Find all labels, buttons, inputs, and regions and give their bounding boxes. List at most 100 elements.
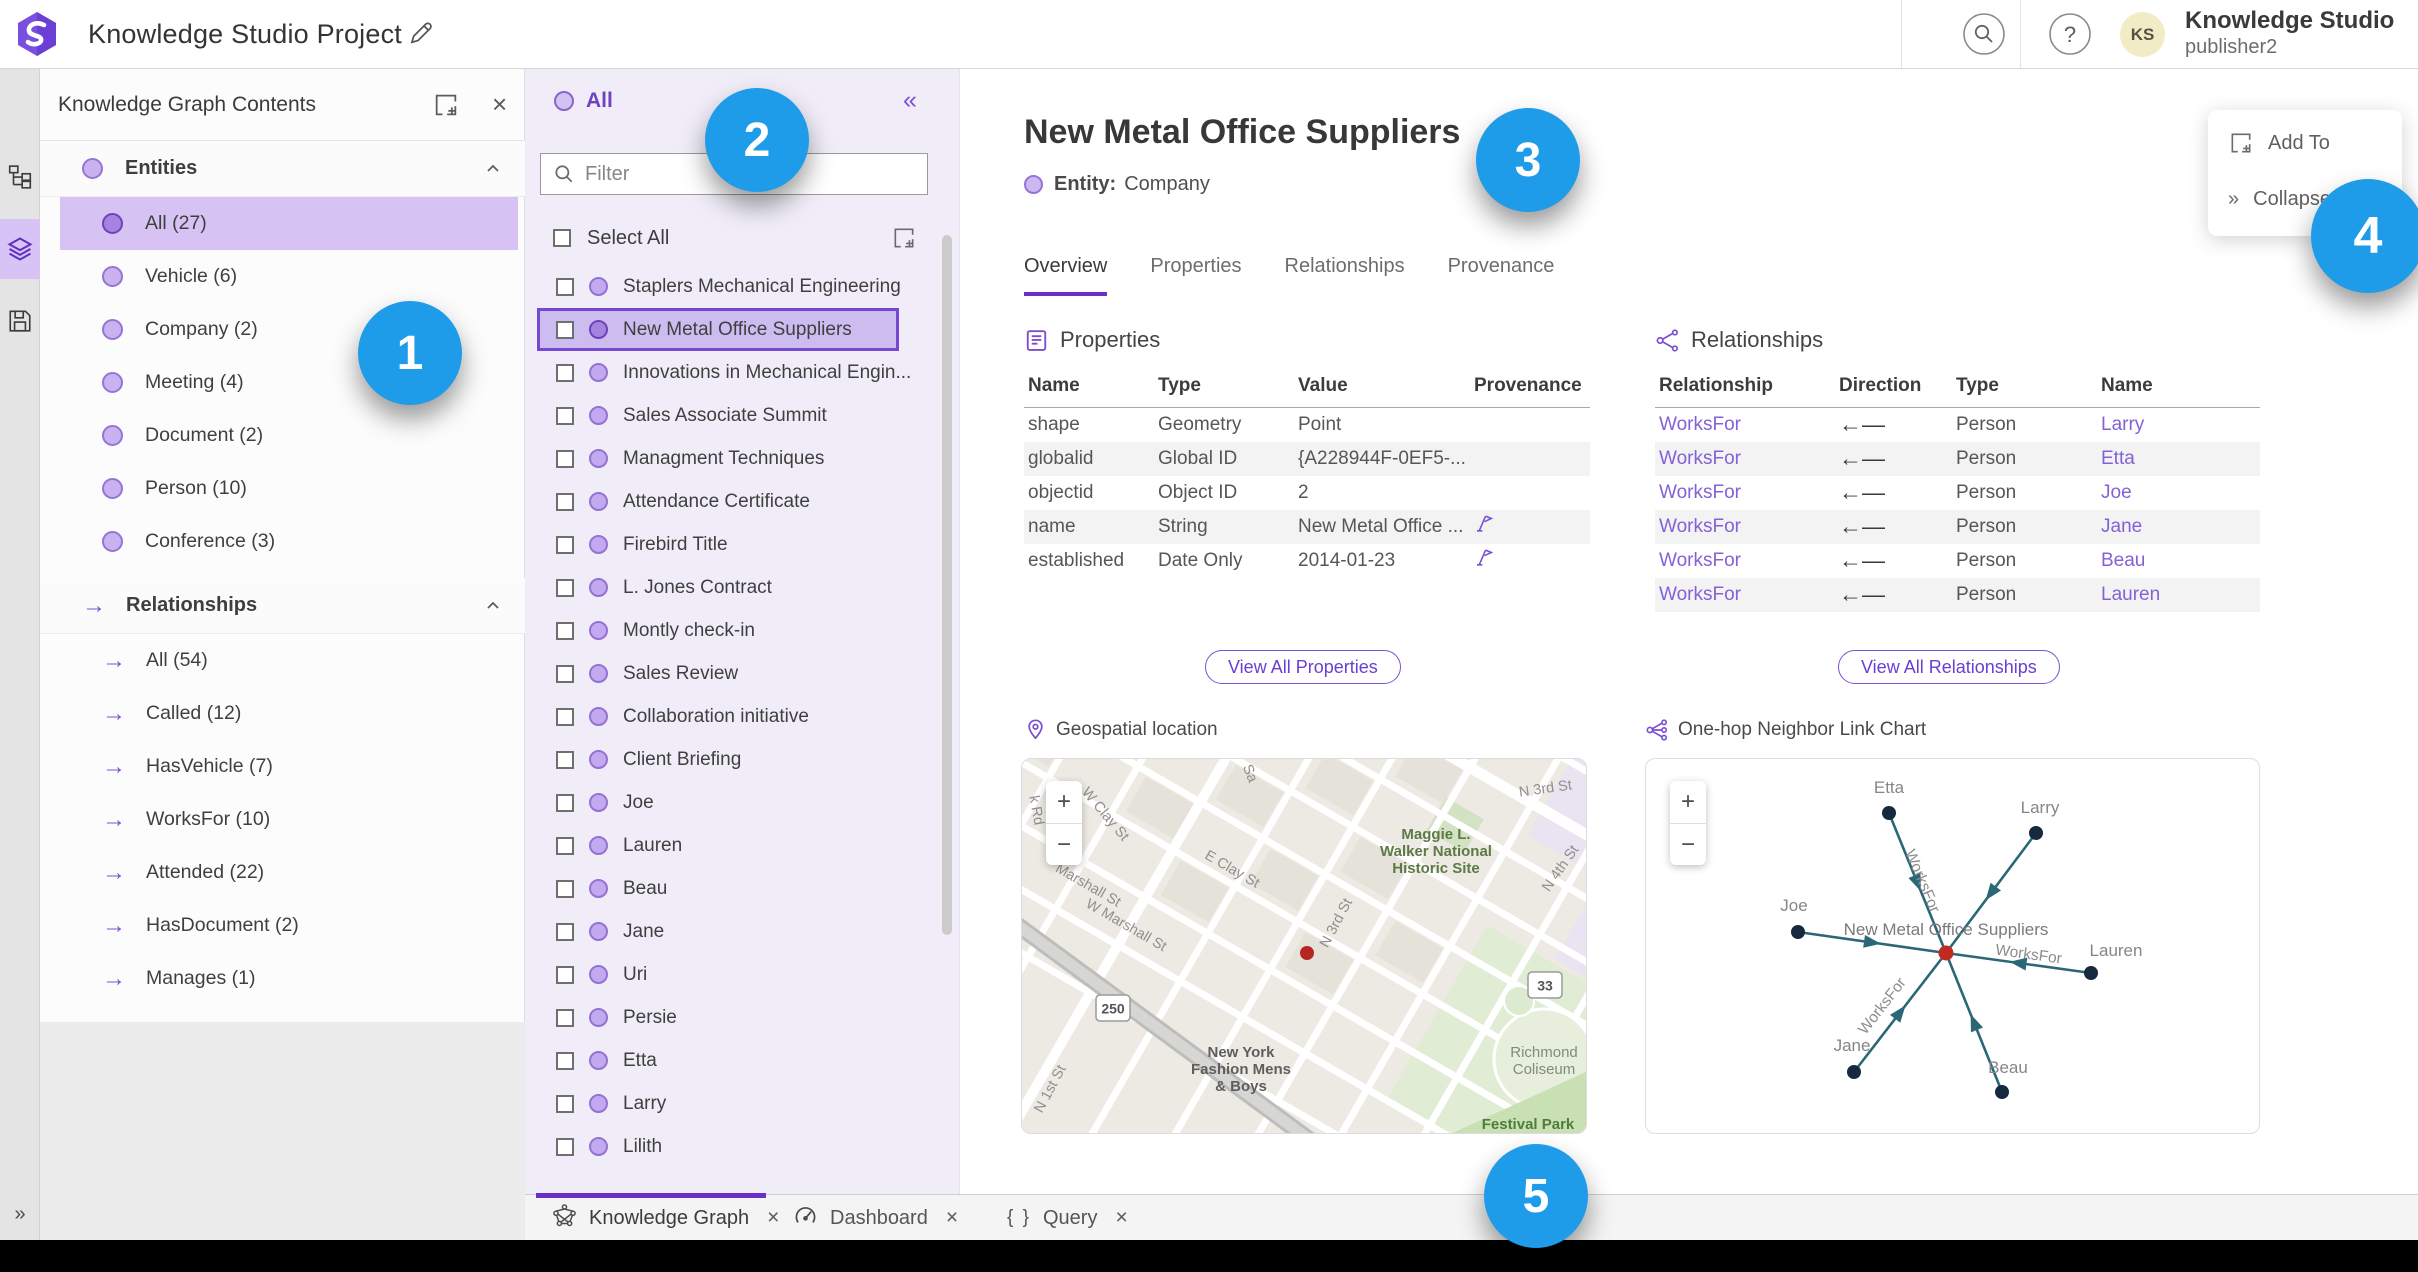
instance-checkbox[interactable] (556, 621, 574, 640)
entity-instance-item[interactable]: Montly check-in (537, 609, 899, 652)
instance-checkbox[interactable] (556, 879, 574, 898)
entity-instance-item[interactable]: New Metal Office Suppliers (537, 308, 899, 351)
relationship-type-item[interactable]: → Called (12) (60, 687, 518, 740)
instance-checkbox[interactable] (556, 320, 574, 339)
data-model-icon[interactable] (0, 147, 40, 207)
graph-node[interactable] (1791, 925, 1805, 939)
contents-layers-icon[interactable] (0, 219, 40, 279)
search-icon[interactable] (1962, 12, 2006, 56)
entities-section-header[interactable]: Entities (40, 141, 525, 197)
view-all-properties-button[interactable]: View All Properties (1205, 650, 1401, 684)
instance-checkbox[interactable] (556, 363, 574, 382)
instance-checkbox[interactable] (556, 277, 574, 296)
related-entity-link[interactable]: Jane (2101, 516, 2142, 537)
entity-instance-item[interactable]: Attendance Certificate (537, 480, 899, 523)
tab-properties[interactable]: Properties (1150, 255, 1241, 296)
expand-rail-icon[interactable]: » (0, 1203, 40, 1226)
relationship-link[interactable]: WorksFor (1659, 516, 1741, 537)
entity-instance-item[interactable]: Uri (537, 953, 899, 996)
graph-center-node[interactable] (1938, 945, 1954, 961)
instance-checkbox[interactable] (556, 1051, 574, 1070)
instance-checkbox[interactable] (556, 578, 574, 597)
relationship-link[interactable]: WorksFor (1659, 550, 1741, 571)
tab-relationships[interactable]: Relationships (1285, 255, 1405, 296)
edit-title-icon[interactable] (405, 18, 435, 48)
entity-instance-item[interactable]: Staplers Mechanical Engineering (537, 265, 901, 308)
instance-checkbox[interactable] (556, 1137, 574, 1156)
instance-checkbox[interactable] (556, 965, 574, 984)
zoom-in-button[interactable]: + (1046, 781, 1082, 823)
relationship-type-item[interactable]: → Manages (1) (60, 952, 518, 1005)
zoom-in-button[interactable]: + (1670, 781, 1706, 823)
graph-node[interactable] (1995, 1085, 2009, 1099)
close-tab-icon[interactable]: × (946, 1206, 958, 1230)
relationship-link[interactable]: WorksFor (1659, 584, 1741, 605)
relationship-type-item[interactable]: → All (54) (60, 634, 518, 687)
bottom-tab-dashboard[interactable]: Dashboard × (793, 1195, 958, 1241)
graph-node[interactable] (2084, 966, 2098, 980)
entity-instance-item[interactable]: Persie (537, 996, 899, 1039)
map-canvas[interactable]: k Rd W Clay StSaMarshall StW Marshall StE… (1022, 759, 1587, 1134)
entity-instance-item[interactable]: Collaboration initiative (537, 695, 899, 738)
provenance-flag-icon[interactable] (1474, 547, 1495, 568)
add-to-new-icon[interactable] (891, 225, 917, 256)
entity-type-item[interactable]: All (27) (60, 197, 518, 250)
instance-checkbox[interactable] (556, 449, 574, 468)
provenance-flag-icon[interactable] (1474, 513, 1495, 534)
collapse-panel-icon[interactable]: « (903, 86, 917, 115)
entity-type-item[interactable]: Conference (3) (60, 515, 518, 568)
graph-node[interactable] (1847, 1065, 1861, 1079)
entity-instance-item[interactable]: Lilith (537, 1125, 899, 1168)
instance-checkbox[interactable] (556, 922, 574, 941)
related-entity-link[interactable]: Etta (2101, 448, 2135, 469)
zoom-out-button[interactable]: − (1670, 823, 1706, 865)
instance-checkbox[interactable] (556, 750, 574, 769)
entity-instance-item[interactable]: Sales Associate Summit (537, 394, 899, 437)
graph-node[interactable] (2029, 826, 2043, 840)
relationship-link[interactable]: WorksFor (1659, 414, 1741, 435)
relationship-type-item[interactable]: → WorksFor (10) (60, 793, 518, 846)
chevron-up-icon[interactable] (483, 159, 503, 184)
view-all-relationships-button[interactable]: View All Relationships (1838, 650, 2060, 684)
relationships-section-header[interactable]: → Relationships (40, 578, 525, 634)
close-tab-icon[interactable]: × (1115, 1206, 1127, 1230)
entity-instance-item[interactable]: Client Briefing (537, 738, 899, 781)
user-info[interactable]: Knowledge Studio publisher2 (2185, 8, 2394, 60)
instance-checkbox[interactable] (556, 1008, 574, 1027)
entity-instance-item[interactable]: Jane (537, 910, 899, 953)
close-tab-icon[interactable]: × (767, 1206, 779, 1230)
geospatial-map[interactable]: + − k Rd W Clay St Sa Marshall St W Mars… (1021, 758, 1587, 1134)
related-entity-link[interactable]: Joe (2101, 482, 2132, 503)
save-icon[interactable] (0, 291, 40, 351)
relationship-type-item[interactable]: → HasVehicle (7) (60, 740, 518, 793)
relationship-link[interactable]: WorksFor (1659, 482, 1741, 503)
entity-type-item[interactable]: Document (2) (60, 409, 518, 462)
entity-instance-item[interactable]: Managment Techniques (537, 437, 899, 480)
bottom-tab-knowledge-graph[interactable]: Knowledge Graph × (552, 1195, 779, 1241)
relationship-link[interactable]: WorksFor (1659, 448, 1741, 469)
entity-instance-item[interactable]: Lauren (537, 824, 899, 867)
entity-instance-item[interactable]: Firebird Title (537, 523, 899, 566)
link-chart-canvas[interactable]: WorksForWorksForWorksForEttaLarryJoeLaur… (1646, 759, 2260, 1134)
relationship-type-item[interactable]: → Attended (22) (60, 846, 518, 899)
instance-checkbox[interactable] (556, 406, 574, 425)
instance-checkbox[interactable] (556, 492, 574, 511)
entity-type-item[interactable]: Person (10) (60, 462, 518, 515)
map-entity-marker[interactable] (1300, 946, 1314, 960)
relationship-type-item[interactable]: → HasDocument (2) (60, 899, 518, 952)
add-to-new-icon[interactable] (432, 91, 460, 119)
related-entity-link[interactable]: Beau (2101, 550, 2145, 571)
instance-checkbox[interactable] (556, 836, 574, 855)
entity-instance-item[interactable]: Beau (537, 867, 899, 910)
entity-instance-item[interactable]: Larry (537, 1082, 899, 1125)
entity-instance-item[interactable]: L. Jones Contract (537, 566, 899, 609)
instance-checkbox[interactable] (556, 1094, 574, 1113)
add-to-button[interactable]: Add To (2228, 130, 2330, 156)
tab-overview[interactable]: Overview (1024, 255, 1108, 296)
zoom-out-button[interactable]: − (1046, 823, 1082, 865)
avatar[interactable]: KS (2120, 12, 2165, 57)
entity-type-item[interactable]: Vehicle (6) (60, 250, 518, 303)
help-icon[interactable]: ? (2048, 12, 2092, 56)
bottom-tab-query[interactable]: { } Query × (1007, 1195, 1128, 1241)
knowledge-studio-logo-icon[interactable] (14, 11, 60, 57)
